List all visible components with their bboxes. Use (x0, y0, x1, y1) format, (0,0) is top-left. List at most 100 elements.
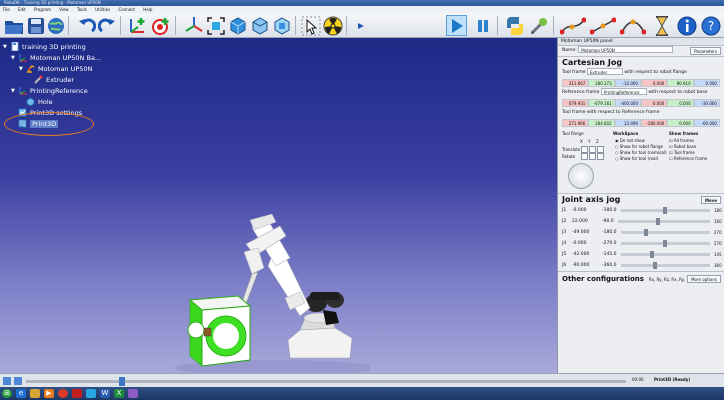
pdf-icon[interactable] (72, 389, 82, 398)
word-icon[interactable]: W (100, 389, 110, 398)
joint-slider-thumb[interactable] (656, 218, 661, 225)
collision-icon[interactable] (271, 15, 292, 36)
joint-move-icon[interactable] (560, 15, 586, 36)
pose-z-value[interactable]: 13.499 (614, 119, 641, 127)
joint-slider[interactable] (620, 207, 710, 214)
add-reference-frame-icon[interactable] (126, 15, 147, 36)
radiation-icon[interactable] (322, 15, 343, 36)
undo-icon[interactable] (76, 15, 97, 36)
tool-icon[interactable] (528, 15, 549, 36)
fit-view-icon[interactable] (205, 15, 226, 36)
menu-edit[interactable]: Edit (18, 7, 26, 12)
tool-z-value[interactable]: -12.000 (614, 79, 641, 87)
play-icon[interactable] (446, 15, 467, 36)
chrome-icon[interactable] (58, 389, 68, 398)
ref-z-value[interactable]: -400.000 (614, 99, 641, 107)
expand-icon[interactable]: ▼ (19, 66, 26, 72)
paint-icon[interactable] (128, 389, 138, 398)
menu-help[interactable]: Help (143, 7, 152, 12)
timeline-play-icon[interactable] (3, 377, 11, 385)
ie-icon[interactable]: e (16, 389, 26, 398)
ref-rx-value[interactable]: 0.000 (640, 99, 668, 107)
tool-frame-select[interactable]: Extruder (586, 68, 623, 75)
pose-rz-value[interactable]: -60.000 (693, 119, 720, 127)
joint-slider[interactable] (620, 229, 710, 236)
pose-rx-value[interactable]: -180.000 (640, 119, 668, 127)
tree-item-robot[interactable]: ▼ Motoman UP50N (3, 63, 153, 74)
joint-slider[interactable] (617, 218, 710, 225)
tool-x-value[interactable]: 311.667 (562, 79, 589, 87)
ref-rz-value[interactable]: -30.000 (693, 99, 720, 107)
joint-value[interactable]: -0.000 (572, 205, 602, 216)
globe-icon[interactable] (45, 15, 66, 36)
circular-move-icon[interactable] (620, 15, 646, 36)
menu-file[interactable]: File (3, 7, 10, 12)
reference-frame-select[interactable]: PrintingReference (600, 88, 647, 95)
python-icon[interactable] (504, 15, 525, 36)
tool-rz-value[interactable]: 0.000 (693, 79, 720, 87)
robot-name-field[interactable]: Motoman UP50N (578, 46, 674, 53)
save-icon[interactable] (25, 15, 46, 36)
start-icon[interactable]: ⊞ (2, 389, 12, 398)
tree-item-extruder[interactable]: Extruder (3, 74, 153, 85)
tool-rx-value[interactable]: 0.000 (640, 79, 668, 87)
menu-connect[interactable]: Connect (118, 7, 135, 12)
menu-program[interactable]: Program (34, 7, 51, 12)
tool-y-value[interactable]: 280.373 (588, 79, 615, 87)
add-target-icon[interactable] (150, 15, 171, 36)
robodk-icon[interactable] (86, 389, 96, 398)
joint-slider-thumb[interactable] (652, 262, 657, 269)
jog-minus-buttons[interactable] (580, 153, 604, 160)
timeline-thumb[interactable] (119, 377, 125, 386)
folder-icon[interactable] (30, 389, 40, 398)
jog-dial[interactable] (568, 163, 594, 189)
open-folder-icon[interactable] (3, 15, 24, 36)
menu-utilities[interactable]: Utilities (95, 7, 110, 12)
joint-slider[interactable] (620, 240, 710, 247)
redo-icon[interactable] (96, 15, 117, 36)
workspace-option[interactable]: ○ Show for tool (real) (615, 156, 667, 162)
timeline-stop-icon[interactable] (14, 377, 22, 385)
iso-view-icon[interactable] (227, 15, 248, 36)
joint-move-button[interactable]: Move (700, 196, 721, 204)
pose-y-value[interactable]: 284.602 (588, 119, 615, 127)
media-icon[interactable]: ▶ (44, 389, 54, 398)
joint-slider-thumb[interactable] (663, 207, 668, 214)
tree-item-station[interactable]: ▼ training 3D printing (3, 41, 153, 52)
parameters-button[interactable]: Parameters (690, 47, 721, 55)
ref-x-value[interactable]: 679.931 (562, 99, 589, 107)
collapse-arrow-icon[interactable] (350, 15, 371, 36)
pause-instruction-icon[interactable] (651, 15, 672, 36)
tree-item-hole[interactable]: Hole (3, 96, 153, 107)
menu-tools[interactable]: Tools (77, 7, 87, 12)
expand-icon[interactable]: ▼ (3, 44, 10, 50)
joint-value[interactable]: -90.000 (572, 260, 602, 271)
ref-y-value[interactable]: -679.161 (588, 99, 615, 107)
cube-view-icon[interactable] (249, 15, 270, 36)
robot-scene[interactable] (160, 208, 370, 373)
joint-slider-thumb[interactable] (644, 229, 649, 236)
pose-ry-value[interactable]: 0.000 (667, 119, 694, 127)
pause-icon[interactable] (472, 15, 493, 36)
joint-value[interactable]: -0.000 (572, 238, 602, 249)
menu-view[interactable]: View (59, 7, 69, 12)
info-icon[interactable] (676, 15, 697, 36)
joint-slider[interactable] (620, 262, 710, 269)
expand-icon[interactable]: ▼ (11, 88, 18, 94)
joint-value[interactable]: -42.000 (572, 249, 602, 260)
joint-slider-thumb[interactable] (649, 251, 654, 258)
more-options-button[interactable]: More options (687, 275, 721, 283)
ref-ry-value[interactable]: 0.000 (667, 99, 694, 107)
jog-plus-buttons[interactable] (580, 146, 604, 153)
joint-slider-thumb[interactable] (663, 240, 668, 247)
expand-icon[interactable]: ▼ (11, 55, 18, 61)
timeline-track[interactable] (26, 377, 626, 386)
cursor-icon[interactable] (300, 15, 321, 36)
excel-icon[interactable]: X (114, 389, 124, 398)
reference-frame-icon[interactable] (183, 15, 204, 36)
pose-x-value[interactable]: 271.966 (562, 119, 589, 127)
joint-value[interactable]: -49.000 (572, 227, 602, 238)
help-icon[interactable]: ? (700, 15, 721, 36)
joint-value[interactable]: 22.000 (572, 216, 602, 227)
3d-viewport[interactable]: ▼ training 3D printing ▼ Motoman UP50N B… (0, 38, 557, 373)
